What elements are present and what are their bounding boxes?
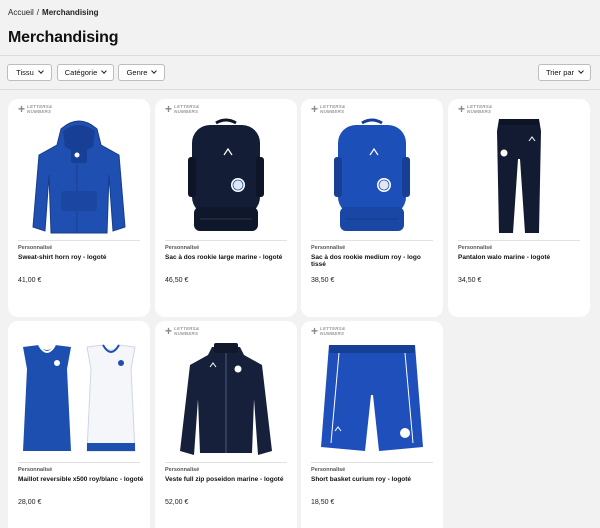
product-image[interactable] (18, 113, 140, 238)
filter-tissu-button[interactable]: Tissu (7, 64, 52, 81)
card-divider (458, 240, 580, 241)
product-image[interactable] (18, 335, 140, 460)
card-divider (165, 462, 287, 463)
chevron-down-icon (578, 68, 584, 74)
product-price: 34,50 € (458, 277, 482, 284)
product-card[interactable]: Personnalisé Maillot reversible x500 roy… (8, 321, 150, 528)
product-card[interactable]: + LETTERS& NUMBERS Personnalisé Pantalon … (448, 99, 590, 317)
product-kind: Personnalisé (165, 467, 200, 473)
jacket-icon (180, 342, 272, 455)
header-divider (0, 55, 600, 56)
product-price: 52,00 € (165, 499, 189, 506)
product-name[interactable]: Short basket curium roy - logoté (311, 476, 437, 483)
filter-categorie-button[interactable]: Catégorie (57, 64, 114, 81)
sort-label: Trier par (545, 68, 575, 77)
product-kind: Personnalisé (165, 245, 200, 251)
product-name[interactable]: Sac à dos rookie large marine - logoté (165, 254, 291, 261)
product-image[interactable] (165, 113, 287, 238)
filter-genre-button[interactable]: Genre (118, 64, 165, 81)
filter-label: Catégorie (64, 68, 98, 77)
product-kind: Personnalisé (18, 245, 53, 251)
product-image[interactable] (458, 113, 580, 238)
product-card[interactable]: + LETTERS& NUMBERS Personnalisé Sweat-shi… (8, 99, 150, 317)
backpack-icon (334, 118, 410, 231)
product-name[interactable]: Sweat-shirt horn roy - logoté (18, 254, 144, 261)
product-name[interactable]: Veste full zip poseidon marine - logoté (165, 476, 291, 483)
sort-button[interactable]: Trier par (538, 64, 591, 81)
product-kind: Personnalisé (458, 245, 493, 251)
breadcrumb: Accueil / Merchandising (8, 8, 98, 17)
product-name[interactable]: Sac à dos rookie medium roy - logo tissé (311, 254, 437, 268)
product-kind: Personnalisé (311, 245, 346, 251)
chevron-down-icon (37, 68, 44, 74)
breadcrumb-current: Merchandising (42, 8, 99, 17)
hoodie-icon (32, 120, 126, 233)
product-name[interactable]: Maillot reversible x500 roy/blanc - logo… (18, 476, 144, 483)
product-image[interactable] (165, 335, 287, 460)
pants-icon (497, 118, 541, 233)
product-card[interactable]: + LETTERS& NUMBERS Personnalisé Sac à dos… (155, 99, 297, 317)
chevron-down-icon (151, 68, 158, 74)
chevron-down-icon (101, 68, 108, 74)
product-kind: Personnalisé (18, 467, 53, 473)
product-image[interactable] (311, 113, 433, 238)
product-price: 41,00 € (18, 277, 42, 284)
page-title: Merchandising (8, 29, 119, 46)
product-image[interactable] (311, 335, 433, 460)
card-divider (18, 462, 140, 463)
card-divider (311, 462, 433, 463)
product-card[interactable]: + LETTERS& NUMBERS Personnalisé Short bas… (301, 321, 443, 528)
breadcrumb-separator: / (36, 8, 40, 17)
card-divider (311, 240, 433, 241)
card-divider (165, 240, 287, 241)
product-price: 18,50 € (311, 499, 335, 506)
filter-label: Tissu (16, 68, 34, 77)
product-name[interactable]: Pantalon walo marine - logoté (458, 254, 584, 261)
product-price: 46,50 € (165, 277, 189, 284)
filters-divider (0, 89, 600, 90)
shorts-icon (321, 344, 423, 451)
product-card[interactable]: + LETTERS& NUMBERS Personnalisé Veste ful… (155, 321, 297, 528)
card-divider (18, 240, 140, 241)
product-card[interactable]: + LETTERS& NUMBERS Personnalisé Sac à dos… (301, 99, 443, 317)
product-price: 38,50 € (311, 277, 335, 284)
backpack-icon (188, 118, 264, 231)
filter-label: Genre (126, 68, 148, 77)
jersey-icon (23, 343, 136, 451)
product-price: 28,00 € (18, 499, 42, 506)
product-kind: Personnalisé (311, 467, 346, 473)
breadcrumb-home-link[interactable]: Accueil (8, 8, 34, 17)
